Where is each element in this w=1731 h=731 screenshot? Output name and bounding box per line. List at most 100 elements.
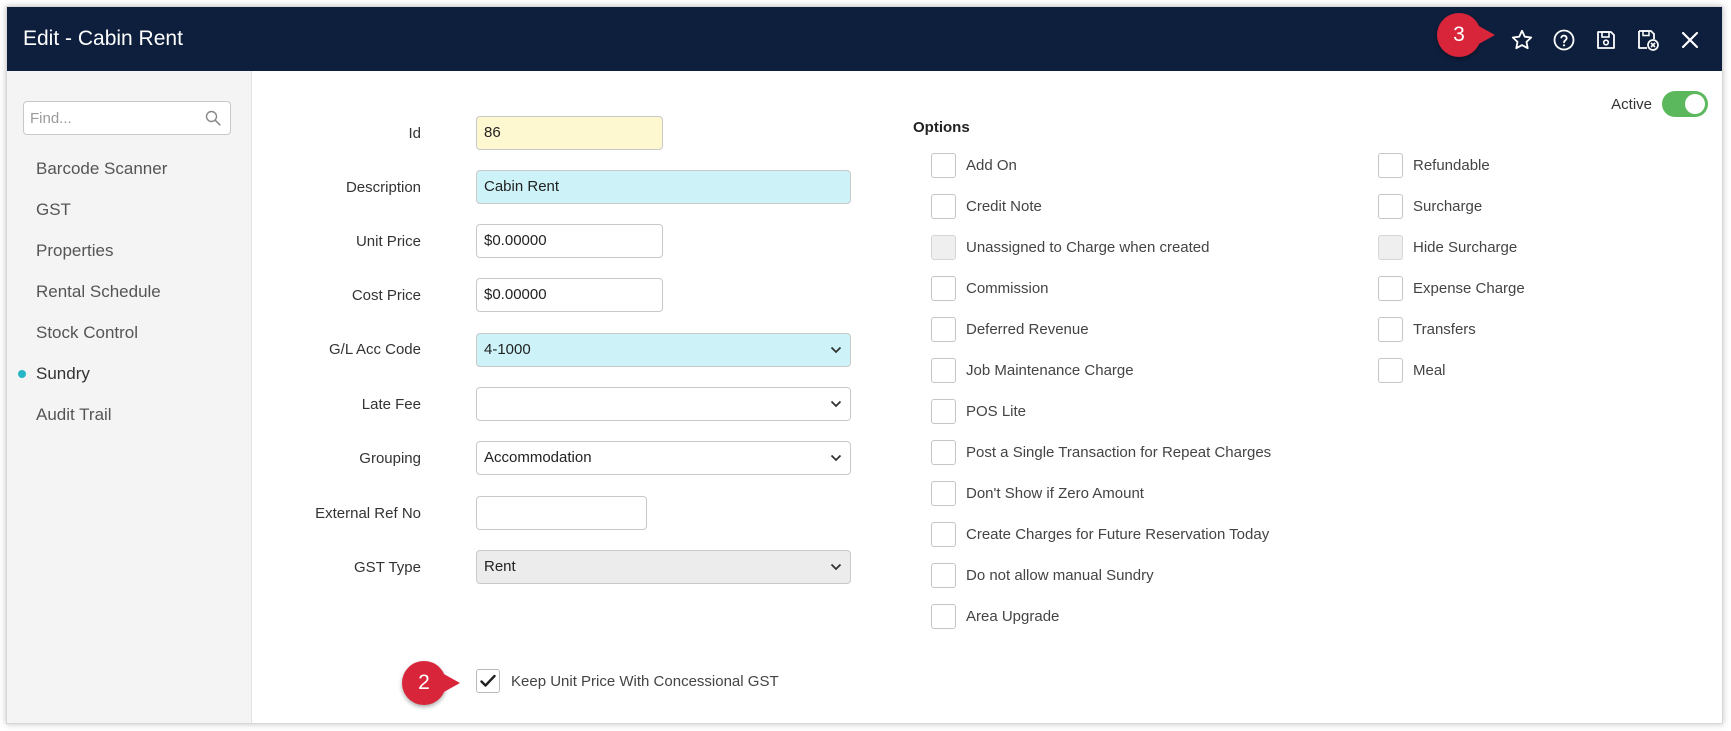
gl-acc-code-select[interactable]: 4-1000	[476, 333, 851, 367]
main-content: Id Description Unit Price Cost Price G/L…	[253, 71, 1722, 723]
option-label: Job Maintenance Charge	[966, 361, 1134, 379]
option-label: Unassigned to Charge when created	[966, 238, 1210, 256]
option-label: Area Upgrade	[966, 607, 1060, 625]
keep-unit-price-label: Keep Unit Price With Concessional GST	[511, 673, 779, 690]
late-fee-label: Late Fee	[361, 396, 421, 413]
option-checkbox	[931, 234, 956, 260]
toolbar	[1508, 26, 1704, 54]
option-label: Transfers	[1413, 320, 1476, 338]
option-surcharge[interactable]: Surcharge	[1378, 193, 1482, 219]
unit-price-field[interactable]: $0.00000	[476, 224, 663, 258]
option-create-future-charges[interactable]: Create Charges for Future Reservation To…	[931, 521, 1269, 547]
option-checkbox[interactable]	[931, 275, 956, 301]
sidebar-item-label: Sundry	[36, 364, 90, 383]
toggle-knob	[1685, 94, 1705, 114]
save-button[interactable]	[1592, 26, 1620, 54]
sidebar: Barcode Scanner GST Properties Rental Sc…	[7, 71, 252, 723]
id-field[interactable]: 86	[476, 116, 663, 150]
option-checkbox[interactable]	[931, 480, 956, 506]
late-fee-select[interactable]	[476, 387, 851, 421]
search-icon[interactable]	[205, 110, 221, 126]
close-icon	[1681, 31, 1699, 49]
option-meal[interactable]: Meal	[1378, 357, 1446, 383]
option-add-on[interactable]: Add On	[931, 152, 1017, 178]
option-checkbox[interactable]	[1378, 316, 1403, 342]
option-label: Refundable	[1413, 156, 1490, 174]
gst-type-select[interactable]: Rent	[476, 550, 851, 584]
option-label: Don't Show if Zero Amount	[966, 484, 1144, 502]
option-pos-lite[interactable]: POS Lite	[931, 398, 1026, 424]
option-credit-note[interactable]: Credit Note	[931, 193, 1042, 219]
option-deferred-revenue[interactable]: Deferred Revenue	[931, 316, 1089, 342]
option-label: Credit Note	[966, 197, 1042, 215]
option-dont-show-zero-amount[interactable]: Don't Show if Zero Amount	[931, 480, 1144, 506]
sidebar-item-barcode-scanner[interactable]: Barcode Scanner	[7, 148, 252, 189]
option-transfers[interactable]: Transfers	[1378, 316, 1476, 342]
option-label: Post a Single Transaction for Repeat Cha…	[966, 443, 1272, 461]
keep-unit-price-checkbox[interactable]	[476, 669, 500, 693]
description-label: Description	[345, 179, 421, 196]
option-checkbox[interactable]	[1378, 152, 1403, 178]
option-checkbox[interactable]	[931, 562, 956, 588]
step-3-marker: 3	[1437, 13, 1495, 57]
option-checkbox[interactable]	[931, 398, 956, 424]
option-checkbox[interactable]	[931, 439, 956, 465]
option-no-manual-sundry[interactable]: Do not allow manual Sundry	[931, 562, 1154, 588]
option-label: Surcharge	[1413, 197, 1483, 215]
option-job-maintenance-charge[interactable]: Job Maintenance Charge	[931, 357, 1134, 383]
option-commission[interactable]: Commission	[931, 275, 1049, 301]
help-button[interactable]	[1550, 26, 1578, 54]
option-checkbox[interactable]	[1378, 357, 1403, 383]
option-refundable[interactable]: Refundable	[1378, 152, 1490, 178]
external-ref-field[interactable]	[476, 496, 647, 530]
description-field[interactable]: Cabin Rent	[476, 170, 851, 204]
option-checkbox[interactable]	[931, 603, 956, 629]
step-3-number: 3	[1453, 23, 1465, 46]
star-icon	[1511, 29, 1533, 50]
option-checkbox[interactable]	[931, 357, 956, 383]
sidebar-item-rental-schedule[interactable]: Rental Schedule	[7, 271, 252, 312]
grouping-select[interactable]: Accommodation	[476, 441, 851, 475]
option-checkbox[interactable]	[931, 316, 956, 342]
option-checkbox[interactable]	[931, 521, 956, 547]
save-close-icon	[1638, 30, 1659, 51]
cost-price-label: Cost Price	[351, 287, 421, 304]
cost-price-field[interactable]: $0.00000	[476, 278, 663, 312]
save-close-button[interactable]	[1634, 26, 1662, 54]
external-ref-label: External Ref No	[315, 505, 421, 522]
sidebar-item-stock-control[interactable]: Stock Control	[7, 312, 252, 353]
gl-acc-code-label: G/L Acc Code	[329, 341, 421, 358]
options-title: Options	[913, 119, 970, 136]
option-label: Deferred Revenue	[966, 320, 1089, 338]
grouping-value: Accommodation	[484, 449, 592, 466]
option-checkbox[interactable]	[931, 193, 956, 219]
option-hide-surcharge: Hide Surcharge	[1378, 234, 1517, 260]
option-checkbox[interactable]	[931, 152, 956, 178]
edit-window: Edit - Cabin Rent Barcode Scanner	[6, 6, 1723, 724]
favourite-button[interactable]	[1508, 26, 1536, 54]
active-control: Active	[1611, 91, 1708, 117]
active-toggle[interactable]	[1662, 91, 1708, 117]
help-icon	[1553, 29, 1575, 51]
option-label: Do not allow manual Sundry	[966, 566, 1154, 584]
option-expense-charge[interactable]: Expense Charge	[1378, 275, 1525, 301]
option-unassigned-to-charge: Unassigned to Charge when created	[931, 234, 1210, 260]
option-label: Hide Surcharge	[1413, 238, 1518, 256]
option-post-single-transaction[interactable]: Post a Single Transaction for Repeat Cha…	[931, 439, 1271, 465]
option-label: Commission	[966, 279, 1049, 297]
sidebar-item-sundry[interactable]: Sundry	[7, 353, 252, 394]
unit-price-label: Unit Price	[355, 233, 421, 250]
option-label: Add On	[966, 156, 1017, 174]
chevron-down-icon	[830, 346, 842, 354]
sidebar-item-gst[interactable]: GST	[7, 189, 252, 230]
close-button[interactable]	[1676, 26, 1704, 54]
sidebar-item-audit-trail[interactable]: Audit Trail	[7, 394, 252, 435]
option-checkbox[interactable]	[1378, 193, 1403, 219]
save-icon	[1597, 31, 1615, 49]
option-checkbox[interactable]	[1378, 275, 1403, 301]
sidebar-item-properties[interactable]: Properties	[7, 230, 252, 271]
option-area-upgrade[interactable]: Area Upgrade	[931, 603, 1059, 629]
sidebar-item-label: GST	[36, 200, 71, 219]
marker-pointer	[1477, 25, 1495, 45]
find-input[interactable]	[30, 103, 200, 133]
